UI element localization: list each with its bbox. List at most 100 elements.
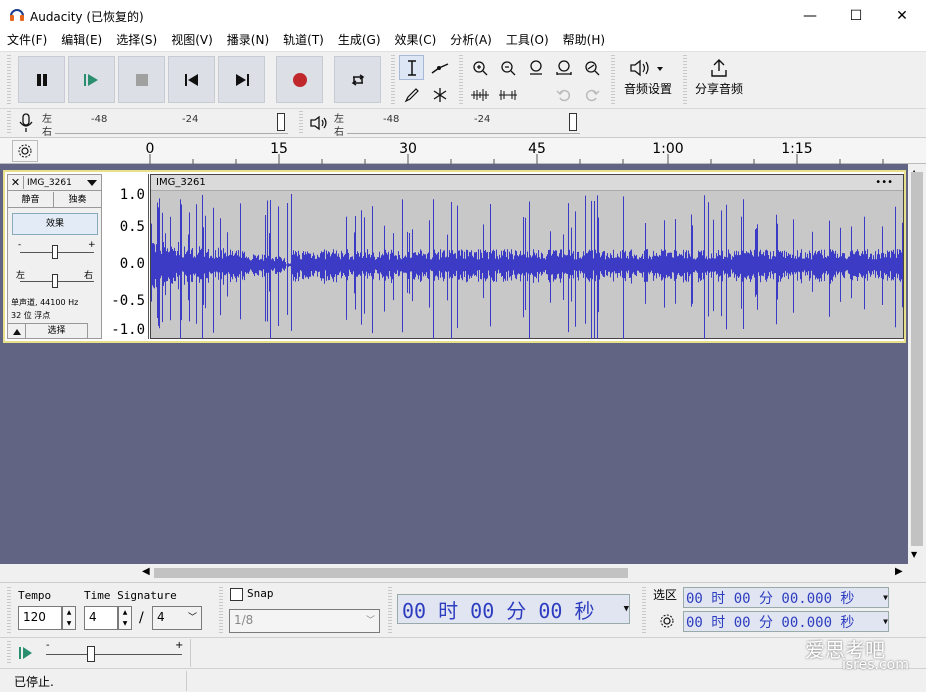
skip-to-end-button[interactable] [218, 56, 265, 103]
time-signature-numerator[interactable]: 4 [84, 606, 118, 630]
record-button[interactable] [276, 56, 323, 103]
tempo-input[interactable]: 120 [18, 606, 62, 630]
vertical-scroll-thumb[interactable] [911, 172, 923, 546]
selection-grip[interactable] [642, 587, 646, 635]
play-at-speed-grip[interactable] [7, 641, 11, 665]
menu-help[interactable]: 帮助(H) [556, 31, 612, 51]
track-menu-triangle-icon[interactable] [86, 179, 98, 187]
mute-button[interactable]: 静音 [8, 192, 54, 208]
multi-tool-button[interactable] [427, 82, 452, 107]
microphone-icon[interactable] [18, 113, 34, 133]
menu-view[interactable]: 视图(V) [164, 31, 220, 51]
loop-button[interactable] [334, 56, 381, 103]
maximize-button[interactable]: ☐ [833, 0, 879, 31]
tempo-spinner[interactable]: ▲ ▼ [62, 606, 76, 630]
edit-grip[interactable] [459, 55, 463, 105]
speaker-icon[interactable] [309, 115, 329, 131]
pan-slider[interactable] [52, 274, 58, 288]
denominator-value: 4 [157, 610, 165, 624]
play-at-speed-button[interactable] [14, 642, 38, 664]
zoom-in-button[interactable] [467, 55, 492, 80]
redo-button[interactable] [579, 82, 604, 107]
rec-tick: -48 [91, 114, 108, 125]
selection-options-button[interactable] [657, 611, 677, 631]
effects-button[interactable]: 效果 [12, 213, 98, 235]
fit-selection-button[interactable] [523, 55, 548, 80]
audacity-logo-icon [10, 9, 24, 21]
menu-edit[interactable]: 编辑(E) [54, 31, 109, 51]
audio-clip[interactable]: IMG_3261 ••• [150, 174, 904, 344]
zoom-out-button[interactable] [495, 55, 520, 80]
track-close-icon[interactable]: ✕ [8, 176, 24, 189]
menu-tools[interactable]: 工具(O) [499, 31, 556, 51]
record-meter[interactable]: -48 -24 [55, 112, 288, 134]
play-meter-grip[interactable] [299, 111, 303, 134]
menu-effect[interactable]: 效果(C) [388, 31, 444, 51]
scroll-right-icon[interactable]: ▶ [895, 566, 903, 577]
position-time: 00 时 00 分 00 秒 [402, 598, 595, 623]
audio-setup-grip[interactable] [611, 55, 615, 105]
amplitude-ruler[interactable]: 1.0 0.5 0.0 -0.5 -1.0 [103, 174, 149, 339]
snap-checkbox[interactable] [230, 588, 243, 601]
close-button[interactable]: ✕ [879, 0, 925, 31]
select-track-button[interactable]: 选择 [26, 323, 88, 339]
selection-start-display[interactable]: 00 时 00 分 00.000 秒 ▼ [683, 587, 889, 608]
transport-grip[interactable] [7, 55, 11, 105]
status-bar: 已停止. [0, 668, 926, 692]
clip-header[interactable]: IMG_3261 ••• [151, 175, 903, 191]
play-meter-slider[interactable] [569, 113, 577, 131]
trim-audio-button[interactable] [467, 82, 492, 107]
audio-track[interactable]: ✕ IMG_3261 静音 独奏 效果 - + 左 右 单声道, 44100 H… [3, 170, 906, 344]
envelope-tool-button[interactable] [427, 55, 452, 80]
gain-slider[interactable] [52, 245, 58, 259]
timeline-options-button[interactable] [12, 140, 38, 162]
numerator-spinner[interactable]: ▲ ▼ [118, 606, 132, 630]
share-grip[interactable] [683, 55, 687, 105]
zoom-toggle-button[interactable] [579, 55, 604, 80]
scroll-down-icon[interactable]: ▼ [911, 550, 917, 559]
pause-button[interactable] [18, 56, 65, 103]
time-signature-grip[interactable] [7, 587, 11, 635]
clip-menu-icon[interactable]: ••• [875, 175, 893, 190]
time-display-grip[interactable] [388, 587, 392, 635]
time-signature-label: Time Signature [84, 589, 177, 602]
undo-button[interactable] [551, 82, 576, 107]
menu-tracks[interactable]: 轨道(T) [276, 31, 331, 51]
minimize-button[interactable]: — [787, 0, 833, 31]
scroll-left-icon[interactable]: ◀ [142, 566, 150, 577]
playback-meter[interactable]: -48 -24 [347, 112, 580, 134]
rec-meter-slider[interactable] [277, 113, 285, 131]
draw-tool-button[interactable] [399, 82, 424, 107]
speed-slider[interactable] [87, 646, 95, 662]
share-audio-button[interactable]: 分享音频 [691, 58, 747, 97]
menu-file[interactable]: 文件(F) [0, 31, 54, 51]
horizontal-scroll-thumb[interactable] [154, 568, 628, 578]
tools-grip[interactable] [391, 55, 395, 105]
horizontal-scrollbar[interactable]: ◀ ▶ [0, 564, 908, 582]
audio-setup-button[interactable]: 音频设置 [620, 58, 676, 97]
snap-grip[interactable] [219, 587, 223, 635]
menu-select[interactable]: 选择(S) [109, 31, 164, 51]
timeline-ruler[interactable]: 0 15 30 45 1:00 1:15 [0, 137, 926, 164]
selection-end-display[interactable]: 00 时 00 分 00.000 秒 ▼ [683, 611, 889, 632]
play-button[interactable] [68, 56, 115, 103]
vertical-scrollbar[interactable]: ▲ ▼ [908, 164, 926, 564]
menu-transport[interactable]: 播录(N) [220, 31, 276, 51]
skip-to-start-button[interactable] [168, 56, 215, 103]
solo-button[interactable]: 独奏 [54, 192, 101, 208]
track-name-menu[interactable]: IMG_3261 [24, 178, 86, 188]
menu-generate[interactable]: 生成(G) [331, 31, 388, 51]
snap-to-select[interactable]: 1/8 ﹀ [229, 609, 380, 633]
waveform[interactable] [151, 191, 903, 344]
fit-project-button[interactable] [551, 55, 576, 80]
collapse-track-button[interactable] [8, 323, 26, 339]
track-area[interactable]: ✕ IMG_3261 静音 独奏 效果 - + 左 右 单声道, 44100 H… [0, 164, 908, 564]
chevron-down-icon: ﹀ [187, 613, 197, 623]
stop-button[interactable] [118, 56, 165, 103]
time-signature-denominator[interactable]: 4 ﹀ [152, 606, 202, 630]
selection-tool-button[interactable] [399, 55, 424, 80]
menu-analyze[interactable]: 分析(A) [443, 31, 499, 51]
audio-position-display[interactable]: 00 时 00 分 00 秒 ▼ [397, 594, 630, 624]
silence-audio-button[interactable] [495, 82, 520, 107]
rec-meter-grip[interactable] [7, 111, 11, 134]
